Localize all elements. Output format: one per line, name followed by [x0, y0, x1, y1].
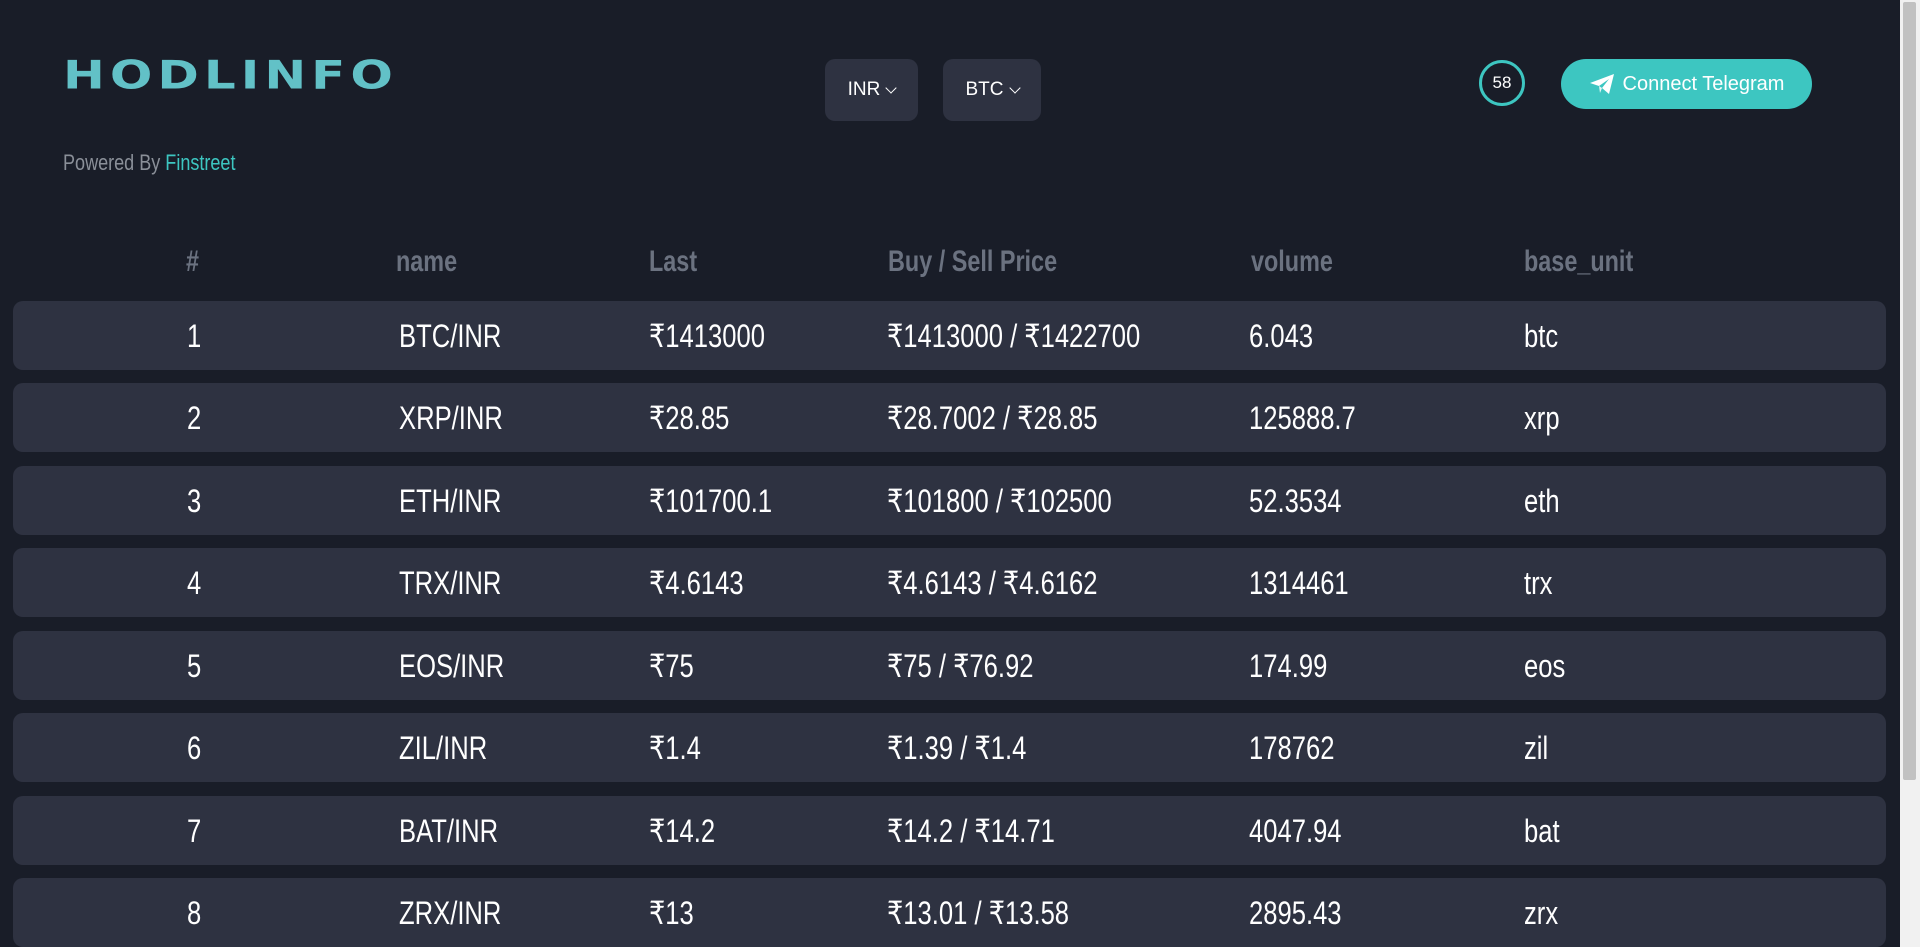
- logo: HODLINFO: [63, 52, 398, 99]
- powered-by-brand-link[interactable]: Finstreet: [165, 150, 235, 175]
- cell-base-unit: eth: [1524, 483, 1560, 519]
- cell-name: BAT/INR: [399, 813, 499, 849]
- column-header-base-unit: base_unit: [1524, 245, 1634, 278]
- table-row: 4 TRX/INR ₹4.6143 ₹4.6143 / ₹4.6162 1314…: [13, 548, 1886, 617]
- cell-last: ₹1.4: [649, 730, 701, 766]
- coin-select-value: BTC: [965, 79, 1004, 100]
- cell-name: TRX/INR: [399, 565, 502, 601]
- page: HODLINFO Powered By Finstreet INR BTC 58…: [0, 0, 1920, 947]
- cell-last: ₹1413000: [649, 318, 765, 354]
- cell-volume: 52.3534: [1249, 483, 1342, 519]
- table-row: 1 BTC/INR ₹1413000 ₹1413000 / ₹1422700 6…: [13, 301, 1886, 370]
- cell-last: ₹28.85: [649, 400, 730, 436]
- cell-number: 4: [187, 565, 202, 601]
- table-row: 8 ZRX/INR ₹13 ₹13.01 / ₹13.58 2895.43 zr…: [13, 878, 1886, 947]
- cell-buy-sell: ₹1413000 / ₹1422700: [887, 318, 1141, 354]
- cell-name: ZRX/INR: [399, 895, 502, 931]
- column-header-volume: volume: [1251, 245, 1333, 278]
- cell-number: 2: [187, 400, 202, 436]
- cell-base-unit: btc: [1524, 318, 1559, 354]
- table-row: 5 EOS/INR ₹75 ₹75 / ₹76.92 174.99 eos: [13, 631, 1886, 700]
- cell-volume: 125888.7: [1249, 400, 1356, 436]
- vertical-scrollbar[interactable]: [1900, 0, 1920, 947]
- table-row: 3 ETH/INR ₹101700.1 ₹101800 / ₹102500 52…: [13, 466, 1886, 535]
- connect-telegram-button[interactable]: Connect Telegram: [1561, 59, 1812, 109]
- cell-volume: 1314461: [1249, 565, 1349, 601]
- cell-buy-sell: ₹75 / ₹76.92: [887, 648, 1034, 684]
- paper-plane-icon: [1589, 73, 1615, 95]
- cell-buy-sell: ₹28.7002 / ₹28.85: [887, 400, 1098, 436]
- column-header-name: name: [396, 245, 458, 278]
- powered-by-label: Powered By: [63, 150, 161, 175]
- table-row: 6 ZIL/INR ₹1.4 ₹1.39 / ₹1.4 178762 zil: [13, 713, 1886, 782]
- cell-name: ETH/INR: [399, 483, 502, 519]
- cell-base-unit: xrp: [1524, 400, 1560, 436]
- chevron-down-icon: [1008, 82, 1021, 94]
- cell-buy-sell: ₹101800 / ₹102500: [887, 483, 1112, 519]
- currency-select[interactable]: INR: [825, 59, 918, 121]
- cell-buy-sell: ₹14.2 / ₹14.71: [887, 813, 1055, 849]
- currency-select-value: INR: [847, 79, 881, 100]
- cell-base-unit: trx: [1524, 565, 1553, 601]
- cell-last: ₹14.2: [649, 813, 716, 849]
- cell-volume: 174.99: [1249, 648, 1328, 684]
- column-header-last: Last: [649, 245, 698, 278]
- cell-last: ₹101700.1: [649, 483, 773, 519]
- cell-name: EOS/INR: [399, 648, 505, 684]
- cell-number: 5: [187, 648, 202, 684]
- column-header-buy-sell: Buy / Sell Price: [888, 245, 1058, 278]
- refresh-timer: 58: [1479, 60, 1525, 106]
- cell-number: 1: [187, 318, 202, 354]
- scrollbar-thumb[interactable]: [1903, 2, 1916, 780]
- table-header: # name Last Buy / Sell Price volume base…: [0, 245, 1900, 289]
- cell-number: 6: [187, 730, 202, 766]
- column-header-number: #: [186, 245, 200, 278]
- cell-buy-sell: ₹4.6143 / ₹4.6162: [887, 565, 1098, 601]
- coin-select[interactable]: BTC: [943, 59, 1041, 121]
- chevron-down-icon: [885, 82, 898, 94]
- cell-last: ₹13: [649, 895, 694, 931]
- cell-last: ₹4.6143: [649, 565, 744, 601]
- cell-number: 8: [187, 895, 202, 931]
- cell-buy-sell: ₹1.39 / ₹1.4: [887, 730, 1027, 766]
- cell-name: XRP/INR: [399, 400, 503, 436]
- cell-volume: 178762: [1249, 730, 1335, 766]
- powered-by: Powered By Finstreet: [63, 150, 235, 176]
- cell-base-unit: bat: [1524, 813, 1560, 849]
- cell-number: 3: [187, 483, 202, 519]
- table-row: 7 BAT/INR ₹14.2 ₹14.2 / ₹14.71 4047.94 b…: [13, 796, 1886, 865]
- cell-volume: 6.043: [1249, 318, 1314, 354]
- cell-base-unit: eos: [1524, 648, 1566, 684]
- cell-volume: 2895.43: [1249, 895, 1342, 931]
- cell-buy-sell: ₹13.01 / ₹13.58: [887, 895, 1070, 931]
- cell-last: ₹75: [649, 648, 694, 684]
- cell-base-unit: zil: [1524, 730, 1549, 766]
- table-row: 2 XRP/INR ₹28.85 ₹28.7002 / ₹28.85 12588…: [13, 383, 1886, 452]
- cell-number: 7: [187, 813, 202, 849]
- connect-telegram-label: Connect Telegram: [1622, 72, 1785, 95]
- cell-name: BTC/INR: [399, 318, 502, 354]
- refresh-timer-value: 58: [1492, 73, 1512, 92]
- cell-volume: 4047.94: [1249, 813, 1342, 849]
- cell-name: ZIL/INR: [399, 730, 488, 766]
- cell-base-unit: zrx: [1524, 895, 1559, 931]
